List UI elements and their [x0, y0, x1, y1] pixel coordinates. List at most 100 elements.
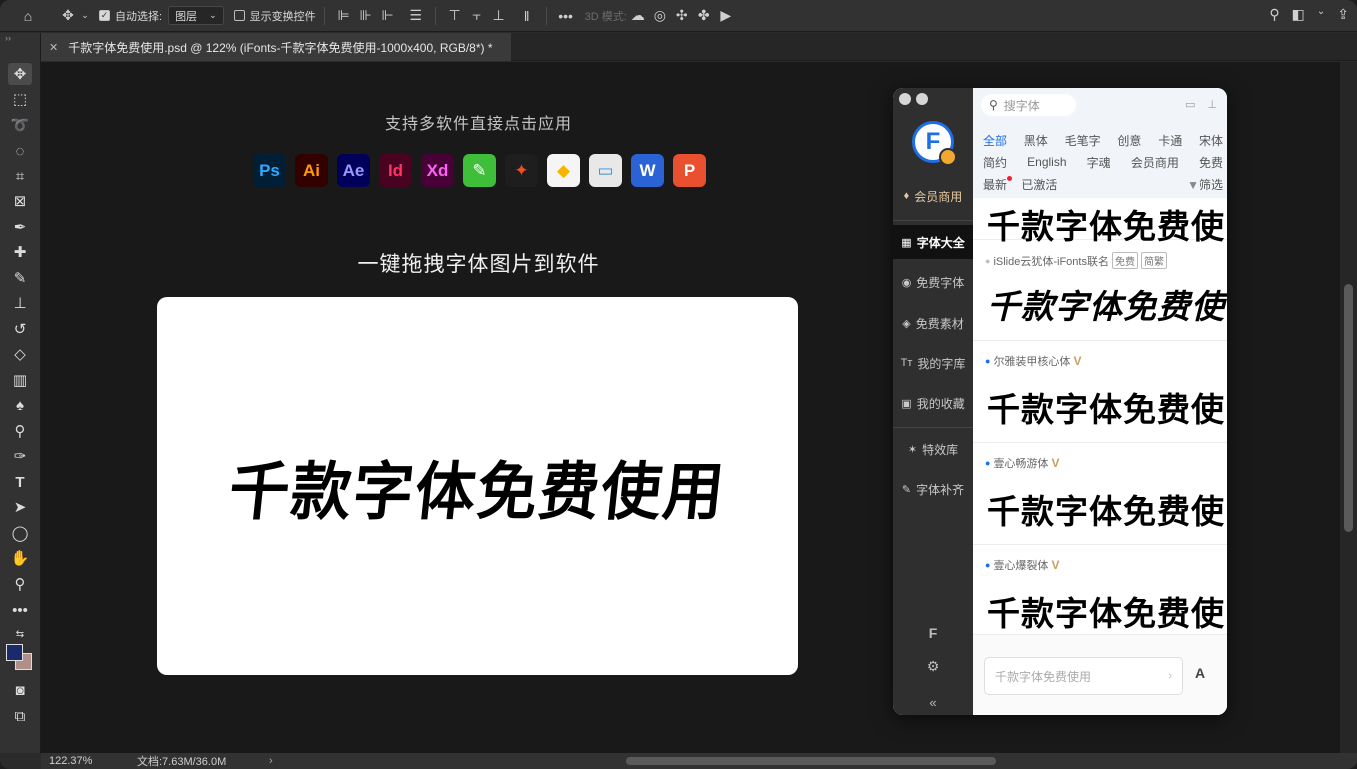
- frame-tool-icon[interactable]: ⊠: [8, 190, 32, 212]
- pin-icon[interactable]: ⊥: [1207, 98, 1217, 111]
- close-icon[interactable]: ✕: [49, 41, 58, 54]
- nav-my-favorites[interactable]: ▣ 我的收藏: [893, 386, 973, 420]
- horizontal-scrollbar-thumb[interactable]: [626, 757, 996, 765]
- category-cartoon[interactable]: 卡通: [1158, 132, 1182, 149]
- nav-my-library[interactable]: Tт 我的字库: [893, 346, 973, 380]
- status-menu-arrow[interactable]: ›: [269, 755, 273, 767]
- path-select-tool-icon[interactable]: ➤: [8, 496, 32, 518]
- category-free[interactable]: 免费: [1199, 154, 1223, 171]
- auto-select-dropdown[interactable]: 图层 ⌄: [168, 6, 224, 25]
- window-close-button[interactable]: [899, 93, 911, 105]
- collapse-sidebar-button[interactable]: «: [893, 695, 973, 710]
- zoom-level[interactable]: 122.37%: [41, 755, 101, 767]
- workspace-icon[interactable]: ◧: [1292, 6, 1305, 23]
- font-item[interactable]: ● 壹心畅游体 V 千款字体免费使: [973, 443, 1227, 545]
- category-simple[interactable]: 简约: [983, 154, 1007, 171]
- nav-effects[interactable]: ✶ 特效库: [893, 432, 973, 466]
- quick-mask-icon[interactable]: ◙: [8, 679, 32, 701]
- align-center-icon[interactable]: ⊪: [355, 5, 377, 27]
- zoom-tool-icon[interactable]: ⚲: [8, 573, 32, 595]
- font-item[interactable]: ● 壹心爆裂体 V 千款字体免费使: [973, 545, 1227, 634]
- category-heiti[interactable]: 黑体: [1024, 132, 1048, 149]
- category-brush[interactable]: 毛笔字: [1065, 132, 1101, 149]
- font-item[interactable]: ● 尔雅装甲核心体 V 千款字体免费使: [973, 341, 1227, 443]
- nav-vip-commercial[interactable]: ♦ 会员商用: [893, 179, 973, 213]
- category-vip[interactable]: 会员商用: [1131, 154, 1179, 171]
- font-list[interactable]: 千款字体免费使 ● iSlide云犹体-iFonts联名 免费 简繁 千款字体免…: [973, 198, 1227, 634]
- chevron-right-icon: ›: [1168, 670, 1172, 682]
- foreground-color-swatch[interactable]: [6, 644, 23, 661]
- sort-activated[interactable]: 已激活: [1021, 178, 1057, 192]
- swap-colors-icon[interactable]: ⇆: [8, 623, 32, 645]
- font-item[interactable]: 千款字体免费使: [973, 198, 1227, 246]
- search-icon[interactable]: ⚲: [1269, 6, 1279, 23]
- sort-latest[interactable]: 最新: [983, 178, 1007, 192]
- chevron-down-icon[interactable]: ⌄: [79, 5, 91, 27]
- hand-tool-icon[interactable]: ✋: [8, 547, 32, 569]
- nav-font-fix[interactable]: ✎ 字体补齐: [893, 472, 973, 506]
- font-item[interactable]: ● iSlide云犹体-iFonts联名 免费 简繁 千款字体免费使: [973, 240, 1227, 341]
- preview-text-input[interactable]: 千款字体免费使用 ›: [984, 657, 1183, 695]
- window-minimize-button[interactable]: [916, 93, 928, 105]
- align-right-icon[interactable]: ⊩: [377, 5, 399, 27]
- distribute-icon[interactable]: ☰: [405, 5, 427, 27]
- more-icon[interactable]: •••: [555, 5, 577, 27]
- move-tool-icon[interactable]: ✥: [57, 5, 79, 27]
- 3d-slide-icon[interactable]: ✤: [693, 5, 715, 27]
- category-creative[interactable]: 创意: [1117, 132, 1141, 149]
- brush-tool-icon[interactable]: ✎: [8, 267, 32, 289]
- category-zihun[interactable]: 字魂: [1087, 154, 1111, 171]
- nav-free-fonts[interactable]: ◉ 免费字体: [893, 265, 973, 299]
- eraser-tool-icon[interactable]: ◇: [8, 343, 32, 365]
- scrollbar-thumb[interactable]: [1344, 284, 1353, 532]
- stamp-tool-icon[interactable]: ⊥: [8, 292, 32, 314]
- pen-tool-icon[interactable]: ✑: [8, 445, 32, 467]
- gear-icon[interactable]: ⚙: [893, 658, 973, 675]
- history-brush-tool-icon[interactable]: ↺: [8, 318, 32, 340]
- 3d-camera-icon[interactable]: ▶: [715, 5, 737, 27]
- eyedropper-tool-icon[interactable]: ✒: [8, 216, 32, 238]
- dodge-tool-icon[interactable]: ⚲: [8, 420, 32, 442]
- 3d-orbit-icon[interactable]: ☁: [627, 5, 649, 27]
- align-bottom-icon[interactable]: ⊥: [488, 5, 510, 27]
- category-english[interactable]: English: [1027, 155, 1066, 169]
- show-transform-checkbox[interactable]: 显示变换控件: [233, 8, 316, 24]
- font-search-input[interactable]: ⚲ 搜字体: [981, 94, 1076, 116]
- ifonts-small-logo[interactable]: F: [893, 625, 973, 641]
- type-tool-icon[interactable]: T: [8, 471, 32, 493]
- screen-mode-icon[interactable]: ⧉: [8, 705, 32, 727]
- effects-icon: ✶: [907, 443, 918, 456]
- healing-tool-icon[interactable]: ✚: [8, 241, 32, 263]
- marquee-tool-icon[interactable]: ⬚: [8, 88, 32, 110]
- checkbox-unchecked-icon[interactable]: [233, 10, 245, 21]
- share-icon[interactable]: ⇪: [1337, 6, 1349, 23]
- more-tools-icon[interactable]: •••: [8, 599, 32, 621]
- gradient-tool-icon[interactable]: ▥: [8, 369, 32, 391]
- font-size-button[interactable]: A: [1195, 665, 1205, 681]
- align-middle-icon[interactable]: ⫟: [466, 5, 488, 27]
- ellipse-tool-icon[interactable]: ◯: [8, 522, 32, 544]
- filter-button[interactable]: ▼筛选: [1187, 176, 1223, 193]
- chevron-down-icon[interactable]: ⌄: [1317, 6, 1325, 23]
- 3d-roll-icon[interactable]: ◎: [649, 5, 671, 27]
- nav-free-materials[interactable]: ◈ 免费素材: [893, 306, 973, 340]
- nav-all-fonts[interactable]: ▦ 字体大全: [893, 225, 973, 259]
- auto-select-checkbox[interactable]: ✓ 自动选择:: [99, 8, 162, 24]
- 3d-drag-icon[interactable]: ✣: [671, 5, 693, 27]
- collapse-icon[interactable]: ››: [5, 33, 11, 43]
- distribute-vertical-icon[interactable]: ‖: [516, 5, 538, 27]
- category-songti[interactable]: 宋体: [1199, 132, 1223, 149]
- align-top-icon[interactable]: ⊤: [444, 5, 466, 27]
- quick-select-tool-icon[interactable]: ◌: [8, 140, 32, 162]
- move-tool-icon[interactable]: ✥: [8, 63, 32, 85]
- category-all[interactable]: 全部: [983, 132, 1007, 149]
- document-tab[interactable]: ✕ 千款字体免费使用.psd @ 122% (iFonts-千款字体免费使用-1…: [41, 33, 511, 61]
- message-icon[interactable]: ▭: [1185, 98, 1195, 111]
- lasso-tool-icon[interactable]: ➰: [8, 114, 32, 136]
- checkbox-checked-icon[interactable]: ✓: [99, 10, 110, 21]
- vertical-scrollbar[interactable]: [1340, 62, 1357, 753]
- align-left-icon[interactable]: ⊫: [333, 5, 355, 27]
- blur-tool-icon[interactable]: ♠: [8, 394, 32, 416]
- crop-tool-icon[interactable]: ⌗: [8, 165, 32, 187]
- home-icon[interactable]: ⌂: [17, 5, 39, 27]
